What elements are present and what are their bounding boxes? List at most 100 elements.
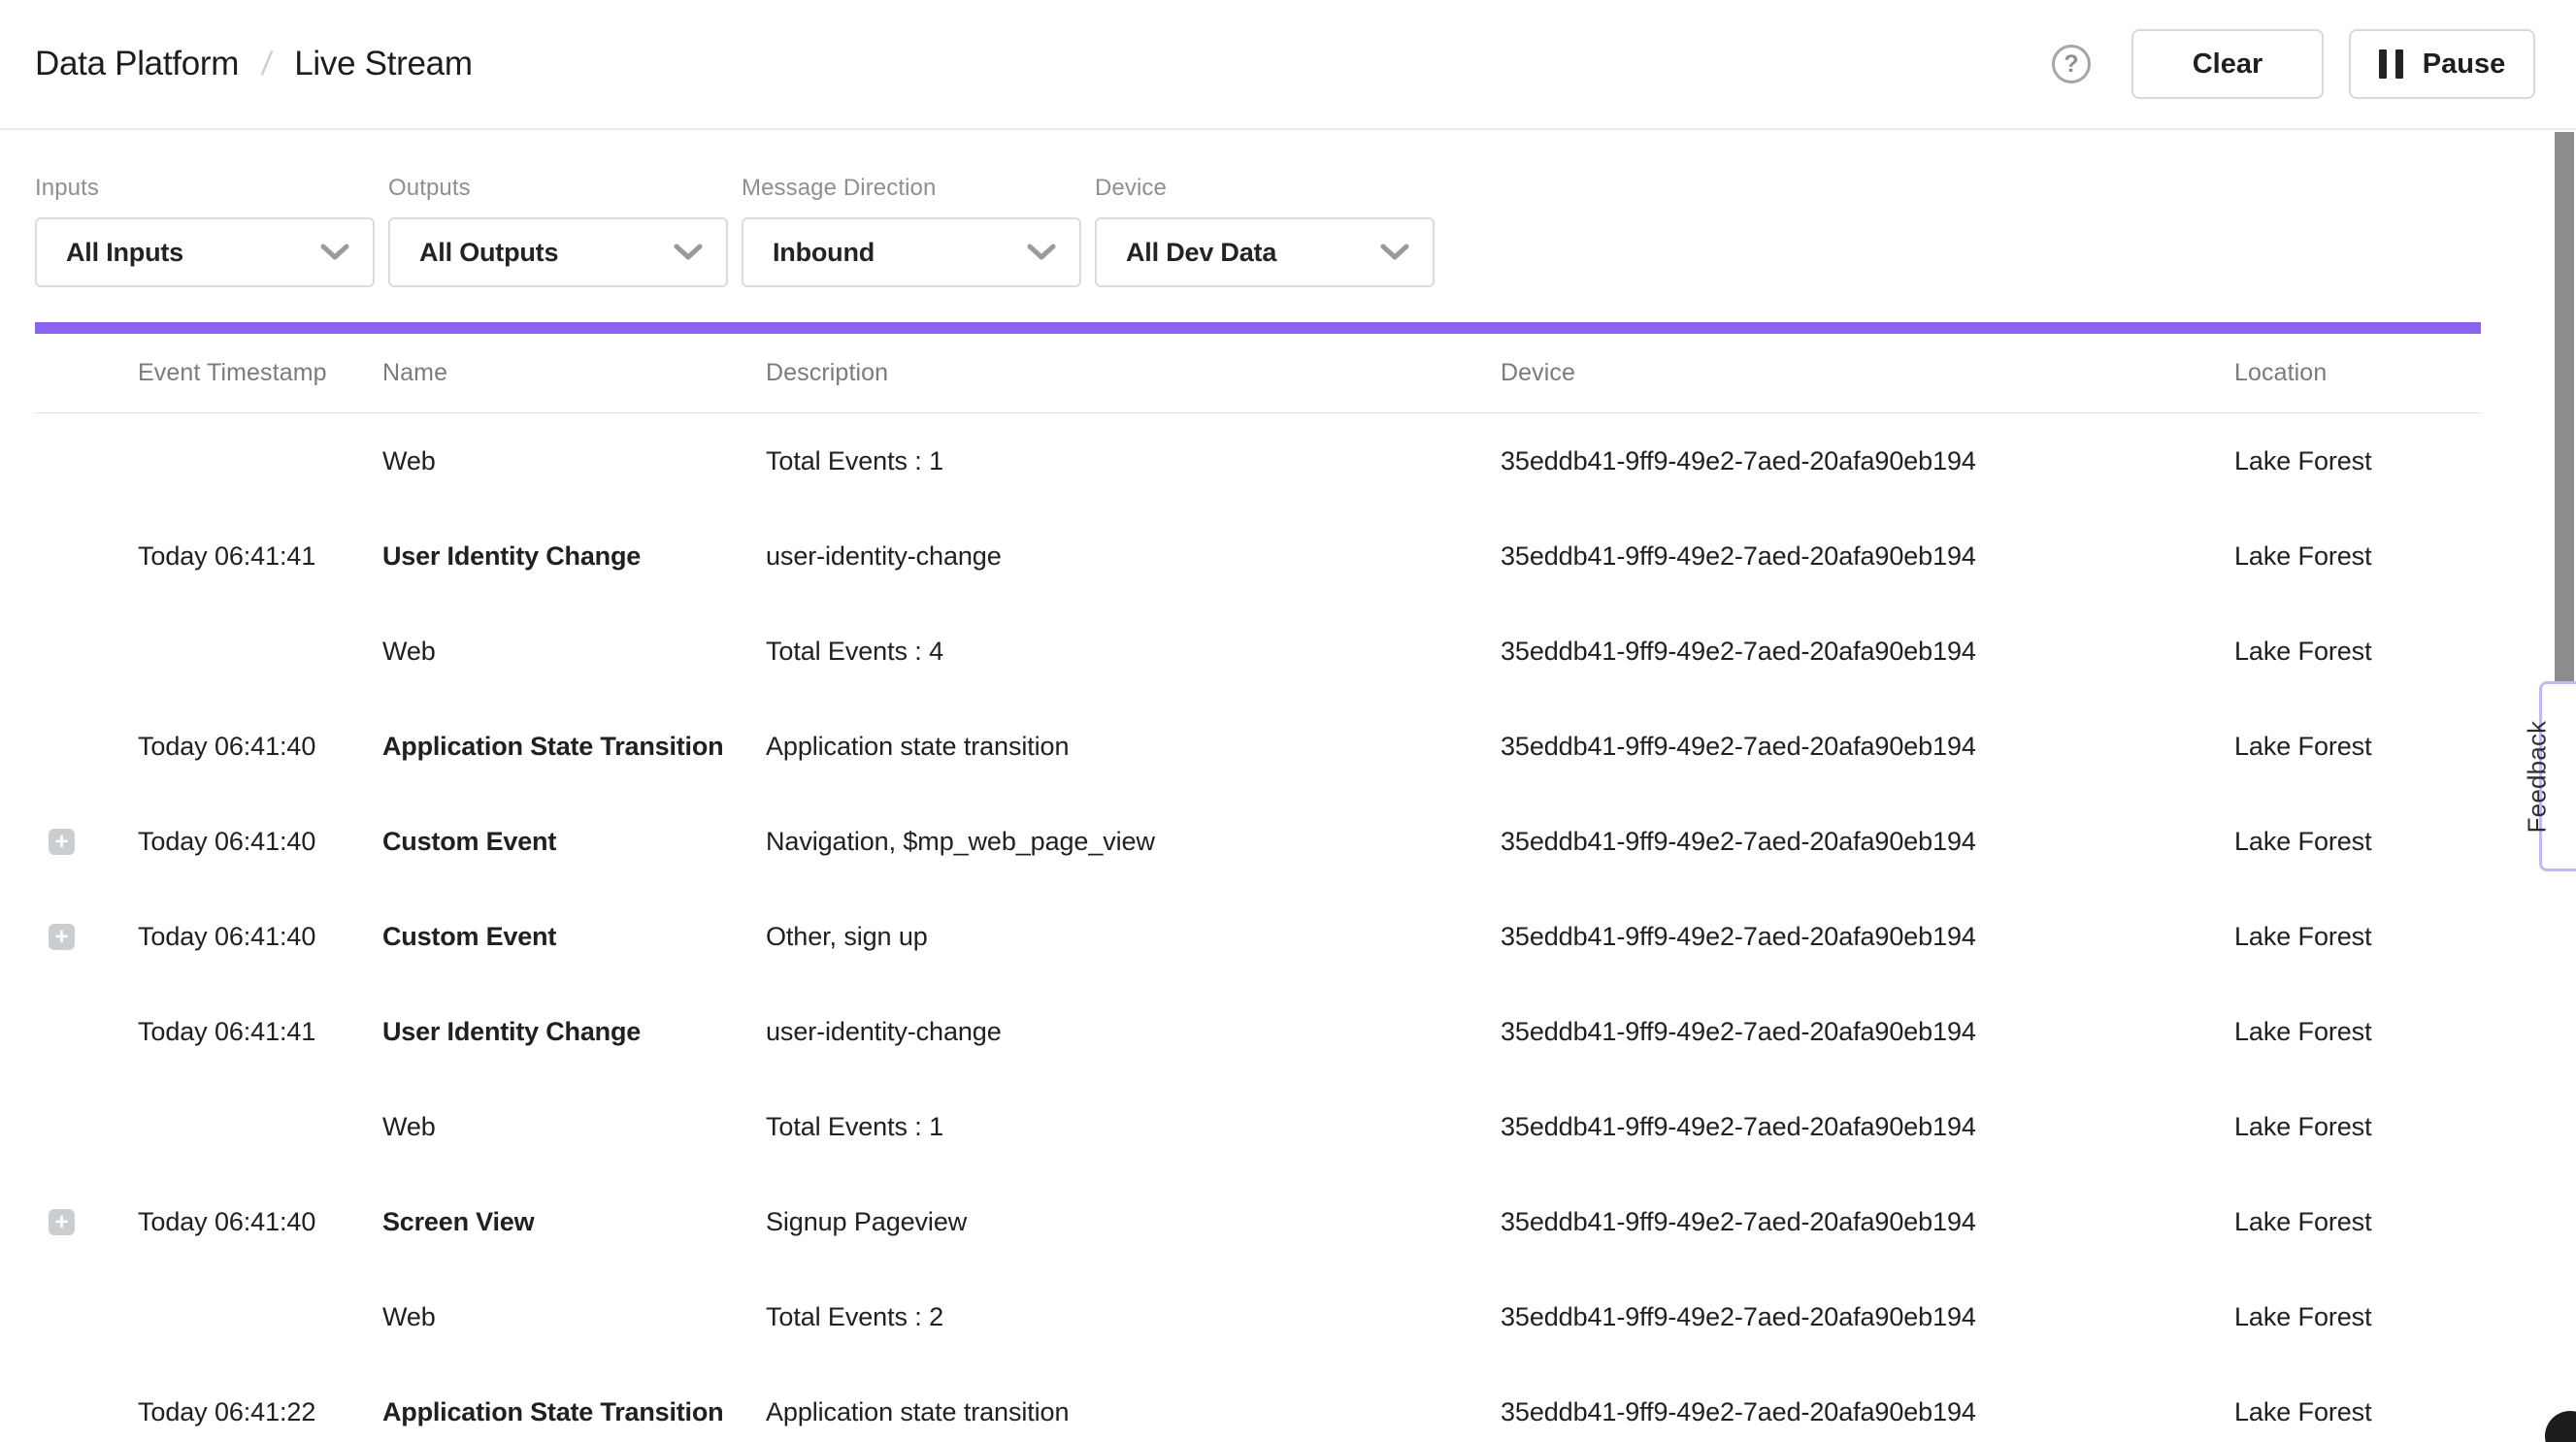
- cell-event-timestamp: Today 06:41:40: [138, 1207, 382, 1237]
- cell-name: Web: [382, 1302, 766, 1332]
- table-row[interactable]: WebTotal Events : 135eddb41-9ff9-49e2-7a…: [35, 1079, 2481, 1174]
- cell-name: Application State Transition: [382, 1397, 766, 1427]
- breadcrumb: Data Platform / Live Stream: [35, 45, 473, 83]
- cell-location: Lake Forest: [2234, 1397, 2481, 1427]
- message-direction-select[interactable]: Inbound: [742, 217, 1081, 287]
- expand-row-plus-icon[interactable]: +: [49, 924, 75, 950]
- filter-labels: Inputs Outputs Message Direction Device: [35, 175, 2541, 202]
- cell-name: Web: [382, 637, 766, 667]
- cell-name: Screen View: [382, 1207, 766, 1237]
- column-header-event-timestamp: Event Timestamp: [138, 359, 382, 387]
- cell-name: Custom Event: [382, 827, 766, 857]
- cell-device: 35eddb41-9ff9-49e2-7aed-20afa90eb194: [1501, 1302, 2234, 1332]
- cell-device: 35eddb41-9ff9-49e2-7aed-20afa90eb194: [1501, 637, 2234, 667]
- chevron-down-icon: [1380, 244, 1409, 261]
- cell-location: Lake Forest: [2234, 1112, 2481, 1142]
- corner-widget: [2545, 1411, 2576, 1442]
- cell-device: 35eddb41-9ff9-49e2-7aed-20afa90eb194: [1501, 732, 2234, 762]
- inputs-select[interactable]: All Inputs: [35, 217, 375, 287]
- live-stream-page: Data Platform / Live Stream ? Clear Paus…: [0, 0, 2576, 1442]
- cell-location: Lake Forest: [2234, 1017, 2481, 1047]
- table-row[interactable]: + Today 06:41:40Custom EventOther, sign u…: [35, 889, 2481, 984]
- expand-row-plus-icon[interactable]: +: [49, 1209, 75, 1235]
- cell-event-timestamp: Today 06:41:41: [138, 541, 382, 572]
- filter-selects: All Inputs All Outputs Inbound All Dev D…: [35, 217, 2541, 287]
- breadcrumb-live-stream: Live Stream: [294, 45, 472, 83]
- cell-location: Lake Forest: [2234, 1302, 2481, 1332]
- breadcrumb-separator: /: [259, 46, 274, 83]
- pause-button-label: Pause: [2423, 49, 2505, 81]
- cell-description: Application state transition: [766, 732, 1501, 762]
- device-select[interactable]: All Dev Data: [1095, 217, 1435, 287]
- cell-device: 35eddb41-9ff9-49e2-7aed-20afa90eb194: [1501, 541, 2234, 572]
- pause-button[interactable]: Pause: [2349, 29, 2535, 99]
- table-row[interactable]: Today 06:41:41User Identity Changeuser-i…: [35, 508, 2481, 604]
- column-header-description: Description: [766, 359, 1501, 387]
- filter-bar: Inputs Outputs Message Direction Device …: [0, 130, 2576, 287]
- table-row[interactable]: +Today 06:41:40Custom EventNavigation, $…: [35, 794, 2481, 889]
- cell-device: 35eddb41-9ff9-49e2-7aed-20afa90eb194: [1501, 827, 2234, 857]
- cell-location: Lake Forest: [2234, 446, 2481, 476]
- table-row[interactable]: Today 06:41:41User Identity Changeuser-i…: [35, 984, 2481, 1079]
- cell-description: Total Events : 2: [766, 1302, 1501, 1332]
- table-header-row: Event Timestamp Name Description Device …: [35, 334, 2481, 413]
- column-header-location: Location: [2234, 359, 2481, 387]
- cell-description: Total Events : 4: [766, 637, 1501, 667]
- table-row[interactable]: WebTotal Events : 235eddb41-9ff9-49e2-7a…: [35, 1269, 2481, 1364]
- cell-location: Lake Forest: [2234, 732, 2481, 762]
- live-stream-progress-bar: [35, 322, 2481, 334]
- table-row[interactable]: Today 06:41:40Application State Transiti…: [35, 699, 2481, 794]
- outputs-select[interactable]: All Outputs: [388, 217, 728, 287]
- inputs-select-value: All Inputs: [66, 238, 183, 268]
- feedback-tab-label: Feedback: [2523, 704, 2553, 849]
- expand-row-plus-icon[interactable]: +: [49, 829, 75, 855]
- cell-description: Application state transition: [766, 1397, 1501, 1427]
- event-table-body: WebTotal Events : 135eddb41-9ff9-49e2-7a…: [35, 413, 2481, 1442]
- table-row[interactable]: WebTotal Events : 435eddb41-9ff9-49e2-7a…: [35, 604, 2481, 699]
- cell-name: Web: [382, 1112, 766, 1142]
- message-direction-filter-label: Message Direction: [742, 175, 1081, 202]
- device-filter-label: Device: [1095, 175, 1435, 202]
- chevron-down-icon: [320, 244, 349, 261]
- device-select-value: All Dev Data: [1126, 238, 1276, 268]
- row-expand-cell: +: [35, 829, 138, 855]
- cell-device: 35eddb41-9ff9-49e2-7aed-20afa90eb194: [1501, 922, 2234, 952]
- cell-event-timestamp: Today 06:41:40: [138, 922, 382, 952]
- cell-name: Web: [382, 446, 766, 476]
- help-icon[interactable]: ?: [2052, 45, 2091, 83]
- cell-description: Other, sign up: [766, 922, 1501, 952]
- cell-description: user-identity-change: [766, 541, 1501, 572]
- page-header: Data Platform / Live Stream ? Clear Paus…: [0, 0, 2576, 130]
- cell-device: 35eddb41-9ff9-49e2-7aed-20afa90eb194: [1501, 1397, 2234, 1427]
- cell-location: Lake Forest: [2234, 1207, 2481, 1237]
- cell-description: Signup Pageview: [766, 1207, 1501, 1237]
- column-header-name: Name: [382, 359, 766, 387]
- cell-description: user-identity-change: [766, 1017, 1501, 1047]
- clear-button[interactable]: Clear: [2131, 29, 2324, 99]
- cell-device: 35eddb41-9ff9-49e2-7aed-20afa90eb194: [1501, 1112, 2234, 1142]
- cell-description: Total Events : 1: [766, 446, 1501, 476]
- cell-event-timestamp: Today 06:41:40: [138, 732, 382, 762]
- event-table: Event Timestamp Name Description Device …: [35, 334, 2481, 1442]
- feedback-tab[interactable]: Feedback: [2539, 681, 2576, 871]
- cell-description: Navigation, $mp_web_page_view: [766, 827, 1501, 857]
- header-actions: ? Clear Pause: [2052, 29, 2535, 99]
- table-row[interactable]: + Today 06:41:40Screen ViewSignup Pagevie…: [35, 1174, 2481, 1269]
- chevron-down-icon: [1027, 244, 1056, 261]
- table-row[interactable]: Today 06:41:22Application State Transiti…: [35, 1364, 2481, 1442]
- row-expand-cell: +: [35, 924, 138, 950]
- column-header-device: Device: [1501, 359, 2234, 387]
- cell-device: 35eddb41-9ff9-49e2-7aed-20afa90eb194: [1501, 1207, 2234, 1237]
- outputs-filter-label: Outputs: [388, 175, 728, 202]
- vertical-scrollbar-thumb[interactable]: [2555, 132, 2574, 683]
- cell-name: Application State Transition: [382, 732, 766, 762]
- table-row[interactable]: WebTotal Events : 135eddb41-9ff9-49e2-7a…: [35, 413, 2481, 508]
- row-expand-cell: +: [35, 1209, 138, 1235]
- cell-device: 35eddb41-9ff9-49e2-7aed-20afa90eb194: [1501, 446, 2234, 476]
- cell-name: Custom Event: [382, 922, 766, 952]
- cell-location: Lake Forest: [2234, 922, 2481, 952]
- outputs-select-value: All Outputs: [419, 238, 558, 268]
- breadcrumb-data-platform[interactable]: Data Platform: [35, 45, 239, 83]
- message-direction-select-value: Inbound: [773, 238, 875, 268]
- cell-device: 35eddb41-9ff9-49e2-7aed-20afa90eb194: [1501, 1017, 2234, 1047]
